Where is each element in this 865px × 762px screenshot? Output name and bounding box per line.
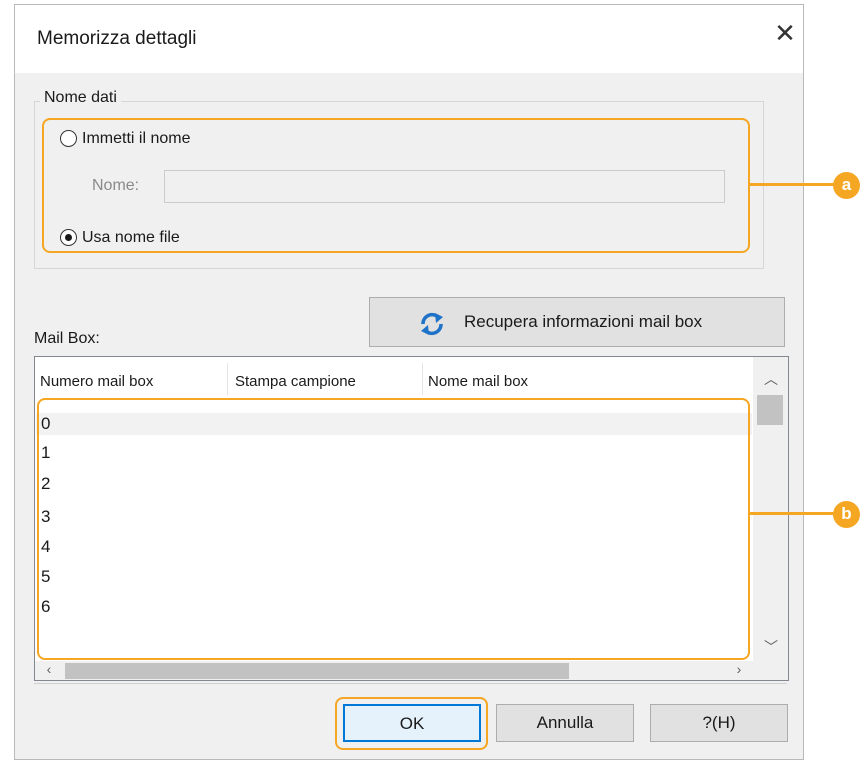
callout-a-badge: a xyxy=(833,172,860,199)
list-item[interactable]: 5 xyxy=(36,566,752,588)
column-divider[interactable] xyxy=(227,363,228,395)
list-item[interactable]: 4 xyxy=(36,536,752,558)
column-header-sample-print[interactable]: Stampa campione xyxy=(230,357,422,395)
list-item[interactable]: 6 xyxy=(36,596,752,618)
ok-button[interactable]: OK xyxy=(343,704,481,742)
radio-selected-dot xyxy=(64,233,72,241)
callout-a-line xyxy=(750,183,835,186)
fetch-mailbox-info-button[interactable]: Recupera informazioni mail box xyxy=(369,297,785,347)
column-header-name[interactable]: Nome mail box xyxy=(423,357,623,395)
radio-enter-name-label[interactable]: Immetti il nome xyxy=(82,130,190,148)
scroll-up-icon[interactable]: ︿ xyxy=(761,369,781,389)
radio-use-filename-label[interactable]: Usa nome file xyxy=(82,229,180,247)
list-item[interactable]: 0 xyxy=(36,413,752,435)
list-item[interactable]: 1 xyxy=(36,442,752,464)
horizontal-scroll-thumb[interactable] xyxy=(65,663,569,679)
name-field-label: Nome: xyxy=(92,177,140,194)
list-item[interactable]: 3 xyxy=(36,506,752,528)
refresh-icon xyxy=(421,312,443,336)
mailbox-label: Mail Box: xyxy=(34,330,100,347)
scroll-left-icon[interactable]: ‹ xyxy=(39,661,59,677)
close-icon[interactable]: ✕ xyxy=(770,18,800,48)
scroll-right-icon[interactable]: › xyxy=(729,661,749,677)
fetch-button-label: Recupera informazioni mail box xyxy=(464,312,703,331)
name-input[interactable] xyxy=(164,170,725,203)
column-header-number[interactable]: Numero mail box xyxy=(35,357,227,395)
scrollbar-corner xyxy=(753,661,788,680)
callout-b-badge: b xyxy=(833,501,860,528)
footer-separator xyxy=(34,683,787,684)
scroll-down-icon[interactable]: ﹀ xyxy=(761,637,781,657)
cancel-button[interactable]: Annulla xyxy=(496,704,634,742)
radio-use-filename[interactable] xyxy=(60,229,77,246)
callout-b-line xyxy=(750,512,835,515)
group-legend: Nome dati xyxy=(40,89,121,107)
vertical-scroll-thumb[interactable] xyxy=(757,395,783,425)
mailbox-list[interactable]: Numero mail box Stampa campione Nome mai… xyxy=(34,356,789,681)
radio-enter-name[interactable] xyxy=(60,130,77,147)
help-button[interactable]: ?(H) xyxy=(650,704,788,742)
dialog-title: Memorizza dettagli xyxy=(37,28,197,49)
list-item[interactable]: 2 xyxy=(36,473,752,495)
